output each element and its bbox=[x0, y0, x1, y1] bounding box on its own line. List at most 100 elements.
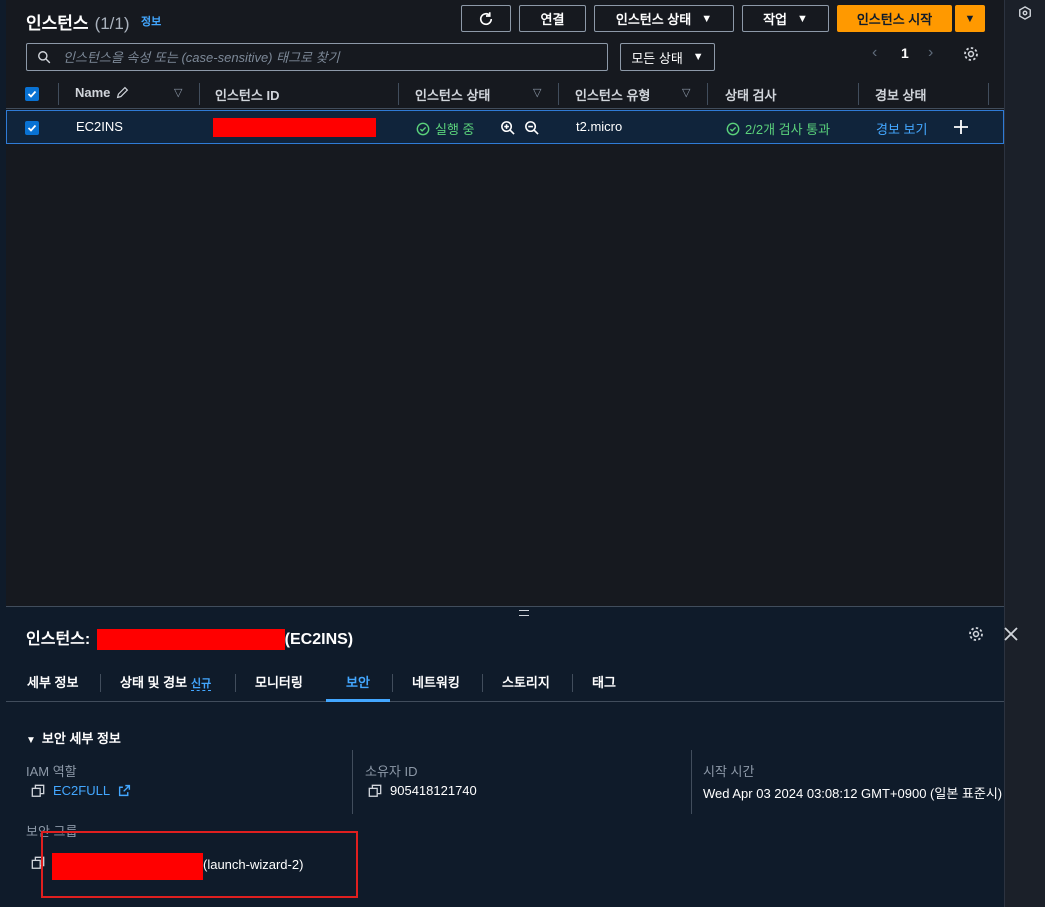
tab-separator bbox=[572, 674, 573, 692]
tab-tags[interactable]: 태그 bbox=[592, 672, 616, 691]
column-separator bbox=[558, 83, 559, 105]
row-checkbox[interactable] bbox=[25, 121, 39, 135]
search-input[interactable] bbox=[63, 49, 593, 65]
sort-icon[interactable]: ▽ bbox=[533, 86, 541, 99]
instance-state-text: 실행 중 bbox=[435, 122, 475, 137]
caret-down-icon: ▼ bbox=[701, 12, 713, 25]
hexagon-info-icon[interactable] bbox=[1018, 6, 1032, 20]
instance-state-label: 인스턴스 상태 bbox=[615, 12, 692, 27]
column-header-instance-state[interactable]: 인스턴스 상태 bbox=[415, 85, 490, 104]
column-header-label: Name bbox=[75, 85, 111, 100]
instances-panel: 인스턴스 (1/1) 정보 연결 인스턴스 상태 ▼ 작업 ▼ 인스턴스 시작 ▼ 모… bbox=[6, 0, 1004, 606]
actions-dropdown[interactable]: 작업 ▼ bbox=[742, 5, 829, 32]
column-header-name[interactable]: Name bbox=[75, 85, 129, 100]
column-separator bbox=[858, 83, 859, 105]
column-header-instance-id[interactable]: 인스턴스 ID bbox=[215, 85, 279, 104]
state-filter-select[interactable]: 모든 상태 ▼ bbox=[620, 43, 715, 71]
copy-icon[interactable] bbox=[368, 784, 382, 798]
tab-monitoring[interactable]: 모니터링 bbox=[255, 672, 303, 691]
connect-button[interactable]: 연결 bbox=[519, 5, 586, 32]
column-separator bbox=[988, 83, 989, 105]
right-rail bbox=[1004, 0, 1045, 907]
iam-role-link[interactable]: EC2FULL bbox=[53, 783, 110, 798]
status-check-text: 2/2개 검사 통과 bbox=[745, 122, 831, 137]
launch-instance-dropdown[interactable]: ▼ bbox=[955, 5, 985, 32]
page-title: 인스턴스 (1/1) bbox=[26, 9, 130, 34]
column-separator bbox=[707, 83, 708, 105]
tab-storage[interactable]: 스토리지 bbox=[502, 672, 550, 691]
tab-networking[interactable]: 네트워킹 bbox=[412, 672, 460, 691]
sort-icon[interactable]: ▽ bbox=[682, 86, 690, 99]
tab-separator bbox=[392, 674, 393, 692]
owner-id-text: 905418121740 bbox=[390, 783, 477, 798]
resize-handle[interactable] bbox=[519, 610, 529, 616]
launch-time-label: 시작 시간 bbox=[703, 764, 755, 779]
search-box[interactable] bbox=[26, 43, 608, 71]
zoom-out-icon[interactable] bbox=[524, 120, 539, 135]
security-details-header[interactable]: ▼ 보안 세부 정보 bbox=[26, 728, 121, 747]
close-icon[interactable] bbox=[1004, 627, 1018, 641]
redacted-instance-id bbox=[213, 118, 376, 137]
details-tabs: 세부 정보 상태 및 경보 신규 모니터링 보안 네트워킹 스토리지 태그 bbox=[6, 663, 1004, 702]
iam-role-value: EC2FULL bbox=[31, 783, 131, 798]
column-separator bbox=[58, 83, 59, 105]
owner-id-value: 905418121740 bbox=[368, 783, 477, 798]
copy-icon[interactable] bbox=[31, 784, 45, 798]
tab-separator bbox=[482, 674, 483, 692]
caret-down-icon: ▼ bbox=[26, 735, 36, 746]
gear-icon[interactable] bbox=[962, 45, 980, 63]
details-title-suffix: (EC2INS) bbox=[284, 631, 354, 648]
table-row[interactable]: EC2INS 실행 중 t2.micro 2/2개 검사 통과 경보 보기 bbox=[6, 110, 1004, 144]
column-header-status-check[interactable]: 상태 검사 bbox=[725, 85, 776, 104]
tab-status-alarms[interactable]: 상태 및 경보 신규 bbox=[120, 672, 212, 691]
check-icon bbox=[27, 90, 37, 98]
tab-separator bbox=[100, 674, 101, 692]
instance-name: EC2INS bbox=[76, 119, 123, 134]
next-page-icon[interactable]: › bbox=[928, 44, 933, 62]
column-header-instance-type[interactable]: 인스턴스 유형 bbox=[575, 85, 650, 104]
caret-down-icon: ▼ bbox=[964, 12, 976, 25]
column-separator bbox=[398, 83, 399, 105]
prev-page-icon[interactable]: ‹ bbox=[872, 44, 877, 62]
tab-security[interactable]: 보안 bbox=[346, 672, 370, 691]
plus-icon[interactable] bbox=[954, 120, 968, 134]
current-page[interactable]: 1 bbox=[901, 45, 909, 61]
check-circle-icon bbox=[416, 122, 430, 135]
check-circle-icon bbox=[726, 122, 740, 135]
zoom-in-icon[interactable] bbox=[500, 120, 515, 135]
refresh-icon bbox=[479, 11, 493, 25]
instance-type: t2.micro bbox=[576, 119, 623, 134]
redacted-instance-id bbox=[96, 629, 285, 651]
tab-details[interactable]: 세부 정보 bbox=[27, 672, 78, 691]
owner-id-label: 소유자 ID bbox=[365, 764, 418, 779]
column-separator bbox=[352, 750, 353, 814]
actions-label: 작업 bbox=[763, 12, 788, 27]
launch-instance-button[interactable]: 인스턴스 시작 bbox=[837, 5, 952, 32]
check-icon bbox=[27, 124, 37, 132]
view-alarms-link[interactable]: 경보 보기 bbox=[876, 119, 927, 138]
column-header-alarm-status[interactable]: 경보 상태 bbox=[875, 85, 926, 104]
pencil-icon bbox=[117, 86, 129, 99]
caret-down-icon: ▼ bbox=[797, 12, 808, 25]
table-header: Name ▽ 인스턴스 ID 인스턴스 상태 ▽ 인스턴스 유형 ▽ 상태 검사… bbox=[6, 79, 1004, 109]
status-check: 2/2개 검사 통과 bbox=[726, 119, 830, 138]
gear-icon[interactable] bbox=[967, 625, 985, 643]
section-title-text: 보안 세부 정보 bbox=[41, 731, 121, 746]
instance-state-dropdown[interactable]: 인스턴스 상태 ▼ bbox=[594, 5, 734, 32]
state-filter-value: 모든 상태 bbox=[631, 50, 683, 66]
sort-icon[interactable]: ▽ bbox=[174, 86, 182, 99]
info-link[interactable]: 정보 bbox=[141, 13, 161, 29]
refresh-button[interactable] bbox=[461, 5, 511, 32]
tab-separator bbox=[235, 674, 236, 692]
launch-time-value: Wed Apr 03 2024 03:08:12 GMT+0900 (일본 표준… bbox=[703, 786, 1003, 801]
instance-count: (1/1) bbox=[94, 14, 130, 33]
details-title: 인스턴스: (EC2INS) bbox=[26, 625, 354, 651]
caret-down-icon: ▼ bbox=[692, 51, 704, 63]
column-separator bbox=[199, 83, 200, 105]
search-icon bbox=[38, 51, 51, 64]
column-separator bbox=[691, 750, 692, 814]
annotation-highlight-box bbox=[41, 831, 358, 898]
select-all-checkbox[interactable] bbox=[25, 87, 39, 101]
iam-role-label: IAM 역할 bbox=[26, 764, 77, 779]
external-link-icon[interactable] bbox=[118, 784, 131, 797]
